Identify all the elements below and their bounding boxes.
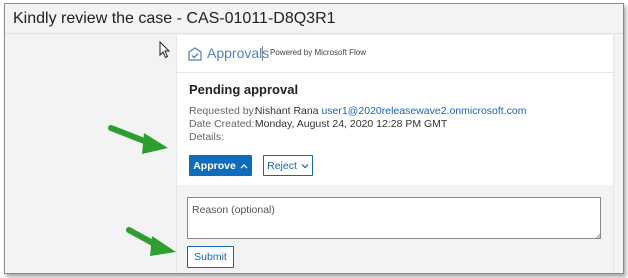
header-divider [262, 46, 263, 61]
reject-button-label: Reject [267, 159, 297, 172]
reason-input[interactable] [187, 197, 601, 239]
details-label: Details: [189, 131, 225, 143]
requested-by-row: Requested by: Nishant Rana user1@2020rel… [189, 105, 526, 118]
comment-section: Submit [177, 185, 613, 273]
card-header: Approvals Powered by Microsoft Flow [177, 35, 613, 73]
date-created-label: Date Created: [189, 118, 255, 130]
approval-card: Approvals Powered by Microsoft Flow Pend… [176, 35, 614, 273]
window-title: Kindly review the case - CAS-01011-D8Q3R… [5, 4, 623, 34]
date-created-row: Date Created: Monday, August 24, 2020 12… [189, 118, 526, 131]
requested-by-label: Requested by: [189, 105, 257, 117]
resize-grip-icon[interactable] [595, 233, 601, 239]
cursor-icon [159, 41, 171, 59]
dialog-window: Kindly review the case - CAS-01011-D8Q3R… [4, 3, 624, 274]
reject-button[interactable]: Reject [263, 155, 313, 176]
requested-by-email[interactable]: user1@2020releasewave2.onmicrosoft.com [321, 105, 526, 117]
approval-status-title: Pending approval [189, 82, 299, 97]
annotation-arrow-icon [126, 227, 176, 256]
approve-button[interactable]: Approve [189, 155, 252, 176]
approve-button-label: Approve [193, 159, 236, 172]
approvals-icon [188, 47, 202, 61]
chevron-down-icon [301, 163, 309, 168]
date-created-value: Monday, August 24, 2020 12:28 PM GMT [254, 118, 448, 130]
annotation-arrow-icon [108, 125, 168, 154]
details-row: Details: [189, 131, 526, 144]
requested-by-name: Nishant Rana [254, 105, 319, 117]
approval-details: Requested by: Nishant Rana user1@2020rel… [189, 105, 526, 144]
approvals-title: Approvals [207, 45, 270, 61]
chevron-up-icon [240, 163, 248, 168]
submit-button[interactable]: Submit [187, 246, 234, 268]
powered-by-label: Powered by Microsoft Flow [270, 48, 367, 57]
